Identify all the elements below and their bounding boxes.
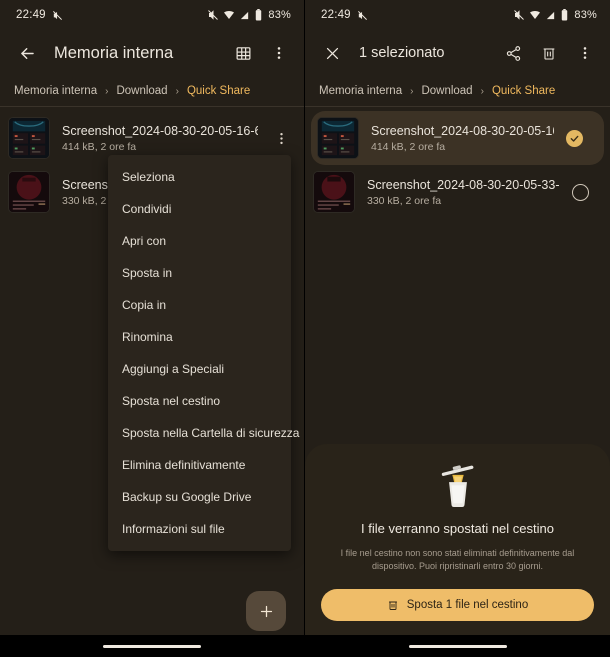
wifi-icon: [529, 9, 541, 21]
menu-item-copia-in[interactable]: Copia in: [108, 289, 291, 321]
sheet-description: I file nel cestino non sono stati elimin…: [340, 548, 575, 571]
file-info: Screenshot_2024-08-30-20-05-33-23... 330…: [367, 178, 560, 207]
back-arrow-icon[interactable]: [14, 40, 40, 66]
menu-item-sposta-nella-cartella-di-sicurezza[interactable]: Sposta nella Cartella di sicurezza: [108, 417, 299, 449]
battery-percent-label: 83%: [574, 9, 597, 21]
confirm-bottom-sheet: I file verranno spostati nel cestino I f…: [305, 444, 610, 635]
status-bar-right: 22:49 83%: [305, 0, 610, 30]
vibrate-mute-icon: [513, 9, 525, 21]
menu-item-condividi[interactable]: Condividi: [108, 193, 291, 225]
close-icon[interactable]: [319, 40, 345, 66]
trash-icon: [388, 601, 397, 610]
file-thumbnail: [317, 117, 359, 159]
vibrate-mute-icon: [207, 9, 219, 21]
file-info: Screenshot_2024-08-30-20-05-16-659... 41…: [371, 124, 554, 153]
file-list-right: Screenshot_2024-08-30-20-05-16-659... 41…: [305, 107, 610, 219]
app-bar-actions-left: [230, 40, 292, 66]
share-icon[interactable]: [500, 40, 526, 66]
wifi-icon: [223, 9, 235, 21]
file-meta: 330 kB, 2 ore fa: [367, 194, 442, 207]
status-bar-clock: 22:49: [321, 9, 351, 21]
table-row[interactable]: Screenshot_2024-08-30-20-05-33-23... 330…: [305, 165, 610, 219]
menu-item-backup-su-google-drive[interactable]: Backup su Google Drive: [108, 481, 291, 513]
menu-item-apri-con[interactable]: Apri con: [108, 225, 291, 257]
file-thumbnail: [313, 171, 355, 213]
status-bar-left-group: 22:49: [16, 9, 63, 21]
menu-item-rinomina[interactable]: Rinomina: [108, 321, 291, 353]
file-name: Screenshot_2024-08-30-20-05-33-23...: [367, 177, 560, 192]
breadcrumb-item-0[interactable]: Memoria interna: [14, 85, 97, 97]
nav-home-pill[interactable]: [408, 644, 507, 648]
battery-percent-label: 83%: [268, 9, 291, 21]
move-to-trash-label: Sposta 1 file nel cestino: [406, 599, 529, 611]
breadcrumb: Memoria interna › Download › Quick Share: [305, 76, 610, 106]
plus-icon: [260, 605, 272, 617]
row-checkbox-checked[interactable]: [566, 129, 583, 147]
status-bar-left-group: 22:49: [321, 9, 368, 21]
breadcrumb-item-0[interactable]: Memoria interna: [319, 85, 402, 97]
menu-item-informazioni-sul-file[interactable]: Informazioni sul file: [108, 513, 291, 545]
dual-screenshot-stage: 22:49 83% Memoria interna Memoria intern…: [0, 0, 610, 657]
nav-bar-right: [305, 635, 610, 657]
menu-item-aggiungi-a-speciali[interactable]: Aggiungi a Speciali: [108, 353, 291, 385]
more-vert-icon[interactable]: [266, 40, 292, 66]
battery-icon: [254, 9, 263, 21]
chevron-right-icon: ›: [410, 85, 414, 97]
sheet-title: I file verranno spostati nel cestino: [361, 521, 554, 536]
chevron-right-icon: ›: [480, 85, 484, 97]
context-menu: Seleziona Condividi Apri con Sposta in C…: [108, 155, 299, 551]
signal-icon: [545, 10, 556, 21]
status-bar-right-group: 83%: [207, 9, 291, 21]
move-to-trash-button[interactable]: Sposta 1 file nel cestino: [321, 589, 594, 621]
app-bar-actions-right: [500, 40, 598, 66]
status-bar-right-group: 83%: [513, 9, 597, 21]
more-vert-icon[interactable]: [270, 131, 292, 146]
vibrate-mute-icon: [357, 10, 368, 21]
table-row[interactable]: Screenshot_2024-08-30-20-05-16-659... 41…: [311, 111, 604, 165]
selection-count-label: 1 selezionato: [359, 45, 445, 61]
grid-view-icon[interactable]: [230, 40, 256, 66]
breadcrumb-item-2[interactable]: Quick Share: [492, 85, 555, 97]
file-meta: 414 kB, 2 ore fa: [371, 140, 446, 153]
row-checkbox-unchecked[interactable]: [572, 183, 589, 201]
file-name: Screenshot_2024-08-30-20-05-16-659...: [371, 123, 554, 138]
app-bar-left: Memoria interna: [0, 30, 304, 76]
file-meta: 414 kB, 2 ore fa: [62, 140, 137, 153]
more-vert-icon[interactable]: [572, 40, 598, 66]
battery-icon: [560, 9, 569, 21]
menu-item-seleziona[interactable]: Seleziona: [108, 161, 291, 193]
file-thumbnail: [8, 171, 50, 213]
breadcrumb-item-2[interactable]: Quick Share: [187, 85, 250, 97]
file-thumbnail: [8, 117, 50, 159]
chevron-right-icon: ›: [175, 85, 179, 97]
breadcrumb-item-1[interactable]: Download: [421, 85, 472, 97]
nav-bar-left: [0, 635, 304, 657]
right-phone-screen: 22:49 83% 1 selezionato Memoria interna …: [305, 0, 610, 657]
add-button[interactable]: [246, 591, 286, 631]
signal-icon: [239, 10, 250, 21]
app-bar-right: 1 selezionato: [305, 30, 610, 76]
nav-home-pill[interactable]: [103, 644, 201, 648]
left-phone-screen: 22:49 83% Memoria interna Memoria intern…: [0, 0, 305, 657]
file-info: Screenshot_2024-08-30-20-05-16-659... 41…: [62, 124, 258, 153]
menu-item-elimina-definitivamente[interactable]: Elimina definitivamente: [108, 449, 291, 481]
menu-item-sposta-nel-cestino[interactable]: Sposta nel cestino: [108, 385, 291, 417]
status-bar-clock: 22:49: [16, 9, 46, 21]
trash-icon[interactable]: [536, 40, 562, 66]
chevron-right-icon: ›: [105, 85, 109, 97]
menu-item-sposta-in[interactable]: Sposta in: [108, 257, 291, 289]
status-bar-left: 22:49 83%: [0, 0, 304, 30]
trash-bin-illustration: [321, 460, 594, 514]
check-icon: [570, 135, 579, 142]
vibrate-mute-icon: [52, 10, 63, 21]
page-title: Memoria interna: [54, 43, 174, 62]
breadcrumb: Memoria interna › Download › Quick Share: [0, 76, 304, 106]
breadcrumb-item-1[interactable]: Download: [116, 85, 167, 97]
file-name: Screenshot_2024-08-30-20-05-16-659...: [62, 123, 258, 138]
